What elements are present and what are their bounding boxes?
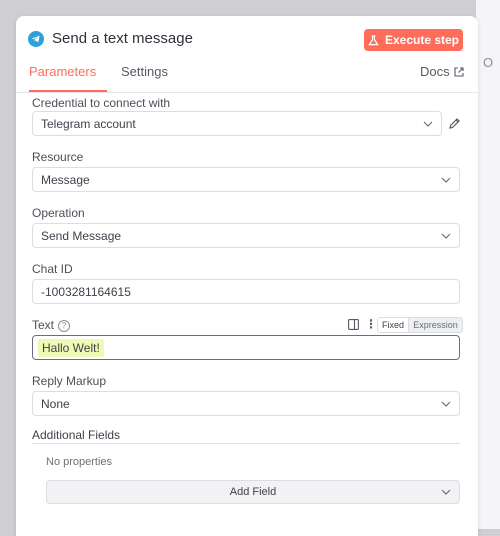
more-options-icon[interactable]: ⋮ <box>365 317 377 331</box>
docs-link[interactable]: Docs <box>420 64 464 79</box>
text-input[interactable]: Hallo Welt! <box>32 335 460 360</box>
text-value: Hallo Welt! <box>38 338 104 357</box>
text-label-text: Text <box>32 318 55 332</box>
chevron-down-icon <box>441 489 451 495</box>
flask-icon <box>368 34 379 45</box>
chevron-down-icon <box>441 233 451 239</box>
edit-credential-pencil-icon[interactable] <box>448 117 461 130</box>
background-panel-strip: O <box>476 0 500 529</box>
fixed-expression-toggle: Fixed Expression <box>377 317 463 333</box>
tab-parameters[interactable]: Parameters <box>29 64 96 79</box>
node-panel: Send a text message Execute step Paramet… <box>16 16 478 536</box>
reply-markup-value: None <box>41 396 70 411</box>
resource-label: Resource <box>32 150 84 164</box>
no-properties-text: No properties <box>46 456 113 468</box>
chevron-down-icon <box>423 121 433 127</box>
chat-id-value: -1003281164615 <box>41 284 131 299</box>
text-label: Text? <box>32 318 71 332</box>
panel-header: Send a text message Execute step <box>16 16 478 64</box>
credential-label: Credential to connect with <box>32 96 171 110</box>
reply-markup-select[interactable]: None <box>32 391 460 416</box>
credential-select[interactable]: Telegram account <box>32 111 442 136</box>
chevron-down-icon <box>441 177 451 183</box>
tab-bar: Parameters Settings Docs <box>16 62 478 93</box>
additional-fields-title: Additional Fields <box>32 428 121 442</box>
chat-id-input[interactable]: -1003281164615 <box>32 279 460 304</box>
section-divider <box>32 443 460 444</box>
resource-value: Message <box>41 172 90 187</box>
fixed-mode-option[interactable]: Fixed <box>378 318 409 332</box>
background-label: O <box>483 55 494 70</box>
credential-value: Telegram account <box>41 116 136 131</box>
reply-markup-label: Reply Markup <box>32 374 107 388</box>
execute-step-label: Execute step <box>384 33 460 47</box>
operation-label: Operation <box>32 206 85 220</box>
tab-settings[interactable]: Settings <box>121 64 168 79</box>
telegram-icon <box>28 31 44 47</box>
active-tab-indicator <box>29 90 107 92</box>
operation-select[interactable]: Send Message <box>32 223 460 248</box>
operation-value: Send Message <box>41 228 122 243</box>
add-field-button[interactable]: Add Field <box>46 480 460 504</box>
add-field-label: Add Field <box>229 486 277 498</box>
docs-label: Docs <box>420 64 450 79</box>
external-link-icon <box>454 66 464 77</box>
help-icon[interactable]: ? <box>58 320 71 332</box>
execute-step-button[interactable]: Execute step <box>364 29 463 51</box>
chat-id-label: Chat ID <box>32 262 73 276</box>
expression-mode-option[interactable]: Expression <box>409 318 462 332</box>
open-editor-panel-icon[interactable] <box>348 319 359 330</box>
node-title[interactable]: Send a text message <box>52 30 193 47</box>
resource-select[interactable]: Message <box>32 167 460 192</box>
chevron-down-icon <box>441 401 451 407</box>
